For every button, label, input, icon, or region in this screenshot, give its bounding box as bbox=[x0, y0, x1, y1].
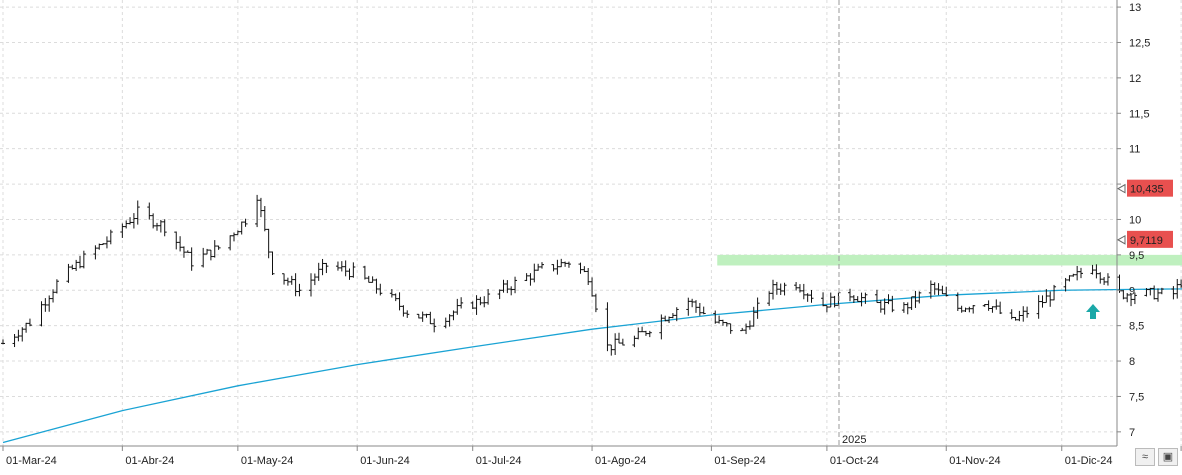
save-icon[interactable]: ▣ bbox=[1158, 448, 1178, 466]
y-tick-label: 8,5 bbox=[1129, 321, 1144, 333]
x-tick-label: 01-Nov-24 bbox=[949, 455, 1000, 467]
x-tick-label: 01-May-24 bbox=[241, 455, 294, 467]
y-tick-label: 12,5 bbox=[1129, 37, 1150, 49]
ma-value-label: 9,7119 bbox=[1130, 235, 1163, 247]
x-tick-label: 01-Mar-24 bbox=[6, 455, 57, 467]
x-tick-label: 01-Abr-24 bbox=[125, 455, 174, 467]
y-tick-label: 8 bbox=[1129, 356, 1135, 368]
year-marker-label: 2025 bbox=[842, 434, 866, 446]
last-price-badge: 10,435 bbox=[1127, 179, 1173, 197]
x-tick-label: 01-Ago-24 bbox=[595, 455, 646, 467]
x-tick-label: 01-Jun-24 bbox=[360, 455, 410, 467]
y-tick-label: 11,5 bbox=[1129, 108, 1150, 120]
y-tick-label: 7 bbox=[1129, 427, 1135, 439]
x-tick-label: 01-Sep-24 bbox=[714, 455, 765, 467]
x-tick-label: 01-Dic-24 bbox=[1065, 455, 1113, 467]
scroll-toggle-icon[interactable]: ≈ bbox=[1135, 448, 1155, 466]
chart-area[interactable]: 77,588,599,51010,51111,51212,513 01-Mar-… bbox=[0, 0, 1182, 470]
chart-background bbox=[0, 0, 1182, 470]
last-price-label: 10,435 bbox=[1130, 184, 1164, 196]
y-tick-label: 9 bbox=[1129, 285, 1135, 297]
support-zone bbox=[717, 254, 1182, 266]
ma-badge: 9,7119 bbox=[1127, 230, 1173, 248]
x-tick-label: 01-Jul-24 bbox=[476, 455, 522, 467]
y-tick-label: 13 bbox=[1129, 2, 1141, 14]
price-chart[interactable]: 77,588,599,51010,51111,51212,513 01-Mar-… bbox=[0, 0, 1182, 470]
y-tick-label: 11 bbox=[1129, 144, 1140, 156]
x-tick-label: 01-Oct-24 bbox=[830, 455, 879, 467]
y-tick-label: 10 bbox=[1129, 214, 1141, 226]
y-tick-label: 12 bbox=[1129, 73, 1141, 85]
y-tick-label: 9,5 bbox=[1129, 250, 1144, 262]
y-tick-label: 7,5 bbox=[1129, 391, 1144, 403]
